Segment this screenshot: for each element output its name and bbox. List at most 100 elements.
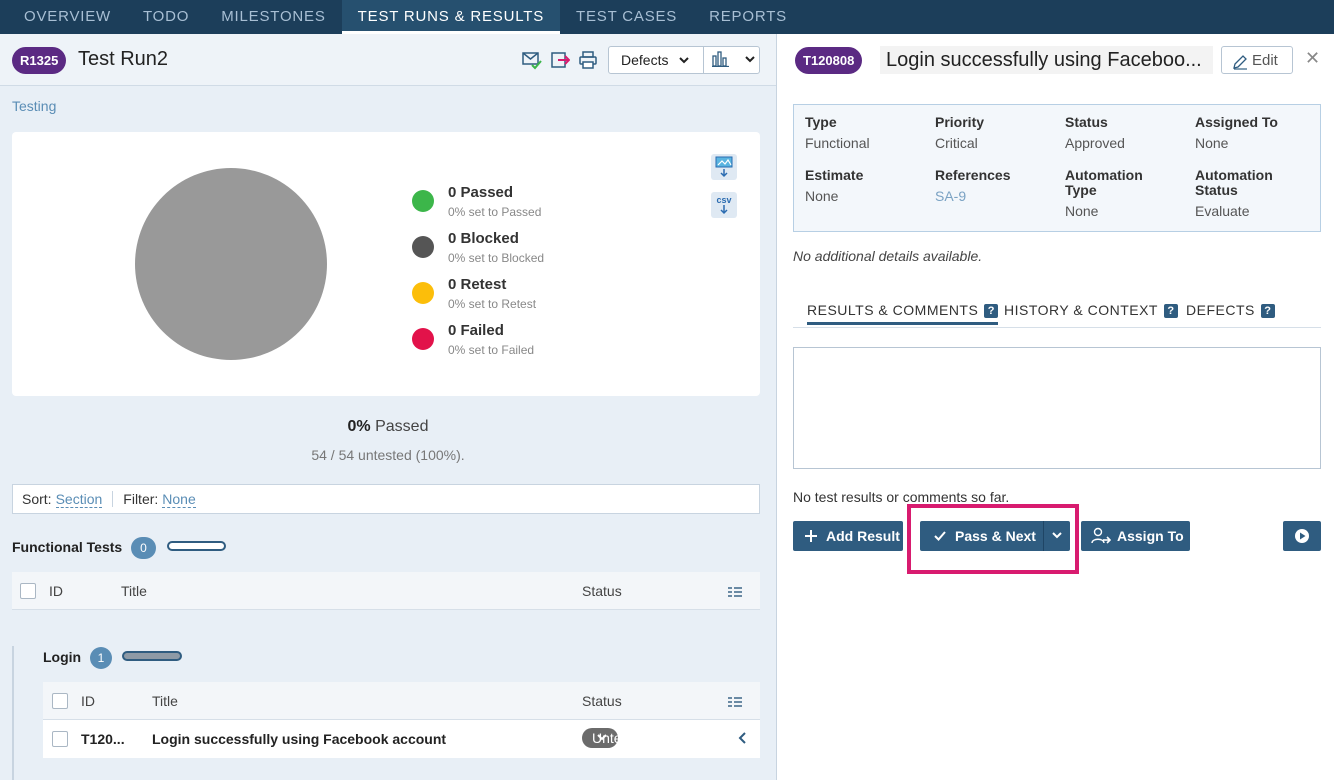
run-title: Test Run2 [78, 48, 169, 70]
table-row[interactable]: T120... Login successfully using Faceboo… [43, 720, 760, 758]
nav-tab-todo[interactable]: TODO [127, 0, 205, 34]
download-arrow-icon [720, 205, 728, 215]
bar-chart-icon [712, 51, 729, 68]
export-icon[interactable] [550, 50, 570, 70]
columns-icon[interactable] [728, 586, 742, 598]
status-dropdown[interactable]: Untested [582, 728, 648, 748]
filter-label: Filter: [123, 491, 159, 507]
test-title: Login successfully using Faceboo... [880, 46, 1213, 74]
chevron-down-icon [679, 57, 690, 64]
prop-status: Status Approved [1065, 114, 1125, 152]
column-header-status: Status [582, 583, 622, 599]
untested-summary: 54 / 54 untested (100%). [311, 447, 465, 463]
section-progress-bar [167, 541, 226, 551]
test-run-panel: R1325 Test Run2 Defects Testing 0 Passed… [0, 34, 1334, 780]
status-pie-chart [135, 168, 327, 360]
top-nav: OVERVIEW TODO MILESTONES TEST RUNS & RES… [0, 0, 1334, 34]
nav-tab-overview[interactable]: OVERVIEW [0, 0, 127, 34]
help-icon[interactable]: ? [1260, 304, 1275, 318]
section-count-badge: 0 [131, 537, 156, 559]
chart-type-dropdown[interactable] [704, 47, 759, 73]
test-title[interactable]: Login successfully using Facebook accoun… [152, 731, 446, 747]
select-all-checkbox[interactable] [52, 693, 68, 709]
legend-failed-sub: 0% set to Failed [448, 343, 535, 357]
assign-to-button[interactable]: Assign To [1081, 521, 1190, 551]
run-header: R1325 Test Run2 Defects [0, 34, 776, 86]
column-header-id: ID [49, 583, 63, 599]
legend-passed-sub: 0% set to Passed [448, 205, 542, 219]
add-result-button[interactable]: Add Result [793, 521, 903, 551]
tab-history-context[interactable]: HISTORY & CONTEXT? [1004, 302, 1178, 318]
defects-label: Defects [621, 52, 669, 68]
prop-assigned-to: Assigned To None [1195, 114, 1278, 152]
section-count-badge: 1 [90, 647, 112, 669]
nav-tab-test-cases[interactable]: TEST CASES [560, 0, 693, 34]
csv-label: csv [716, 195, 732, 205]
add-result-label: Add Result [826, 528, 900, 544]
section-title-functional: Functional Tests [12, 539, 123, 555]
run-config-link[interactable]: Testing [12, 98, 56, 114]
failed-dot [412, 328, 434, 350]
passed-dot [412, 190, 434, 212]
edit-button[interactable]: Edit [1221, 46, 1293, 74]
pie-slice-untested [135, 168, 327, 360]
login-table-header: ID Title Status [43, 682, 760, 720]
sort-filter-bar: Sort: Section Filter: None [12, 484, 1334, 514]
email-check-icon[interactable] [522, 50, 542, 70]
tab-defects[interactable]: DEFECTS? [1186, 302, 1275, 318]
detail-tabs: RESULTS & COMMENTS? HISTORY & CONTEXT? D… [793, 300, 1321, 328]
legend-retest-sub: 0% set to Retest [448, 297, 537, 311]
subsection-indent-line [12, 646, 14, 780]
chevron-left-icon[interactable] [737, 731, 747, 745]
prop-type: Type Functional [805, 114, 870, 152]
summary-chart-card: 0 Passed 0% set to Passed 0 Blocked 0% s… [12, 132, 760, 396]
prop-automation-type: Automation Type None [1065, 167, 1143, 220]
columns-icon[interactable] [728, 696, 742, 708]
nav-tab-milestones[interactable]: MILESTONES [205, 0, 341, 34]
select-all-checkbox[interactable] [20, 583, 36, 599]
plus-icon [805, 530, 817, 542]
column-header-title: Title [121, 583, 147, 599]
prop-estimate: Estimate None [805, 167, 864, 205]
test-id[interactable]: T120... [81, 731, 125, 747]
blocked-dot [412, 236, 434, 258]
legend-passed-count: 0 Passed [448, 184, 514, 201]
nav-tab-test-runs[interactable]: TEST RUNS & RESULTS [341, 0, 561, 34]
filter-value[interactable]: None [162, 491, 196, 508]
help-icon[interactable]: ? [984, 304, 999, 318]
divider [112, 491, 114, 507]
prop-priority: Priority Critical [935, 114, 985, 152]
close-icon[interactable]: ✕ [1305, 48, 1320, 69]
reference-link[interactable]: SA-9 [935, 188, 1011, 204]
pencil-icon [1233, 55, 1247, 70]
nav-tab-reports[interactable]: REPORTS [693, 0, 803, 34]
no-results-text: No test results or comments so far. [793, 489, 1010, 505]
download-image-button[interactable] [711, 154, 737, 180]
print-icon[interactable] [578, 50, 598, 70]
passed-percentage: 0% Passed [0, 418, 776, 436]
prop-references: References SA-9 [935, 167, 1011, 205]
retest-dot [412, 282, 434, 304]
column-header-id: ID [81, 693, 95, 709]
prop-automation-status: Automation Status Evaluate [1195, 167, 1273, 220]
status-label: Untested [592, 730, 649, 746]
column-header-status: Status [582, 693, 622, 709]
tab-results-comments[interactable]: RESULTS & COMMENTS? [807, 302, 999, 325]
row-checkbox[interactable] [52, 731, 68, 747]
passed-percent-value: 0% [347, 418, 371, 435]
legend-blocked-sub: 0% set to Blocked [448, 251, 545, 265]
sort-value[interactable]: Section [55, 491, 103, 508]
help-icon[interactable]: ? [1163, 304, 1178, 318]
download-csv-button[interactable]: csv [711, 192, 737, 218]
comment-textarea[interactable] [793, 347, 1321, 469]
edit-label: Edit [1252, 52, 1278, 69]
defects-dropdown[interactable]: Defects [609, 47, 704, 73]
functional-table-header: ID Title Status [12, 572, 760, 610]
assign-user-icon [1091, 527, 1111, 544]
legend-blocked-count: 0 Blocked [448, 230, 519, 247]
passed-percent-word: Passed [375, 418, 429, 435]
defects-dropdown-group: Defects [608, 46, 760, 74]
play-icon [1295, 529, 1309, 543]
section-title-login: Login [43, 649, 82, 665]
run-test-button[interactable] [1283, 521, 1321, 551]
